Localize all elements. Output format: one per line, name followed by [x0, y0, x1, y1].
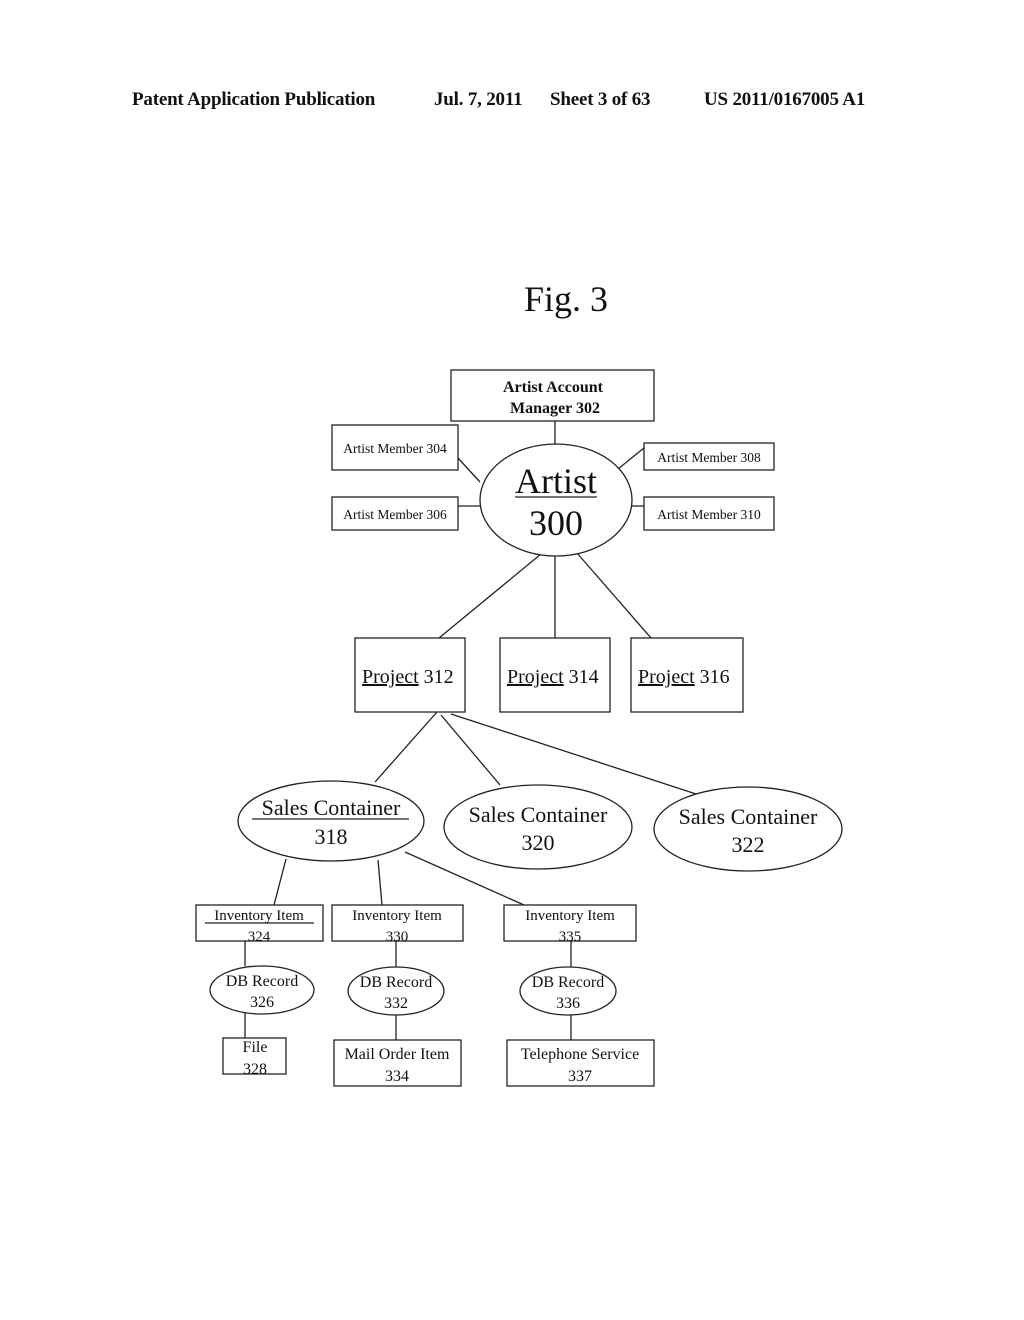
- node-label: Project 316: [638, 666, 730, 688]
- node-label-line2: 334: [385, 1068, 409, 1085]
- node-telephone-service-337: Telephone Service 337: [506, 1039, 655, 1087]
- node-label-line1: Sales Container: [679, 804, 818, 829]
- node-artist-member-306: Artist Member 306: [331, 496, 459, 531]
- node-sales-container-322: Sales Container 322: [653, 786, 843, 872]
- node-artist-account-manager: Artist Account Manager 302: [450, 369, 655, 422]
- edge-project312-sales322: [450, 713, 697, 795]
- node-label: Artist Member 310: [657, 507, 761, 522]
- project-number: 312: [424, 666, 454, 688]
- project-word: Project: [362, 666, 419, 688]
- node-label-line2: 330: [386, 929, 409, 945]
- node-inventory-item-335: Inventory Item 335: [503, 904, 637, 945]
- node-label-line2: 326: [250, 994, 274, 1011]
- node-label-line1: DB Record: [360, 974, 432, 991]
- node-label-line1: Artist Account: [503, 379, 604, 396]
- node-label-line1: Inventory Item: [525, 908, 615, 924]
- node-label: Artist Member 306: [343, 507, 447, 522]
- edge-project312-sales320: [440, 714, 501, 786]
- node-label-line1: File: [243, 1039, 268, 1056]
- node-label: Project 314: [507, 666, 599, 688]
- node-inventory-item-324: Inventory Item 324: [195, 904, 324, 945]
- node-db-record-326: DB Record 326: [209, 965, 315, 1015]
- node-artist-member-304: Artist Member 304: [331, 424, 459, 471]
- hierarchy-diagram: Artist Account Manager 302 Artist Member…: [195, 369, 843, 1087]
- node-label: Artist Member 304: [343, 441, 447, 456]
- edge-member308-artist: [617, 447, 645, 470]
- project-word: Project: [507, 666, 564, 688]
- node-project-312: Project 312: [354, 637, 466, 713]
- node-project-316: Project 316: [630, 637, 744, 713]
- node-db-record-332: DB Record 332: [347, 966, 445, 1016]
- edge-sales318-inv324: [273, 858, 287, 906]
- node-label-line2: 320: [522, 830, 555, 855]
- node-artist-member-308: Artist Member 308: [643, 442, 775, 471]
- edge-member304-artist: [457, 457, 481, 483]
- project-word: Project: [638, 666, 695, 688]
- node-label-line1: Inventory Item: [352, 908, 442, 924]
- node-label-line1: Inventory Item: [214, 908, 304, 924]
- node-label-line2: 322: [732, 832, 765, 857]
- node-sales-container-318: Sales Container 318: [237, 780, 425, 862]
- node-label-line1: Artist: [515, 461, 597, 501]
- node-label-line1: Sales Container: [262, 795, 401, 820]
- edge-artist-project316: [576, 552, 652, 639]
- node-label-line1: DB Record: [532, 974, 604, 991]
- node-mail-order-item-334: Mail Order Item 334: [333, 1039, 462, 1087]
- node-label-line2: 300: [529, 503, 583, 543]
- node-file-328: File 328: [222, 1037, 287, 1078]
- node-label-line1: Sales Container: [469, 802, 608, 827]
- node-artist: Artist 300: [479, 443, 633, 557]
- edge-artist-project312: [438, 553, 542, 639]
- node-label-line2: 335: [559, 929, 582, 945]
- node-label: Project 312: [362, 666, 454, 688]
- node-label-line2: 328: [243, 1061, 267, 1078]
- node-label-line2: 332: [384, 995, 408, 1012]
- node-artist-member-310: Artist Member 310: [643, 496, 775, 531]
- node-label-line2: 336: [556, 995, 580, 1012]
- node-label-line2: 318: [315, 824, 348, 849]
- node-inventory-item-330: Inventory Item 330: [331, 904, 464, 945]
- project-number: 316: [700, 666, 730, 688]
- node-project-314: Project 314: [499, 637, 611, 713]
- node-label-line2: Manager 302: [510, 400, 600, 417]
- node-label-line1: DB Record: [226, 973, 298, 990]
- node-sales-container-320: Sales Container 320: [443, 784, 633, 870]
- project-number: 314: [569, 666, 599, 688]
- node-label-line1: Telephone Service: [521, 1046, 639, 1063]
- node-label-line2: 324: [248, 929, 271, 945]
- node-label-line2: 337: [568, 1068, 592, 1085]
- node-db-record-336: DB Record 336: [519, 966, 617, 1016]
- node-label-line1: Mail Order Item: [345, 1046, 450, 1063]
- edge-project312-sales318: [374, 711, 438, 783]
- edge-sales318-inv330: [377, 859, 383, 906]
- node-label: Artist Member 308: [657, 450, 761, 465]
